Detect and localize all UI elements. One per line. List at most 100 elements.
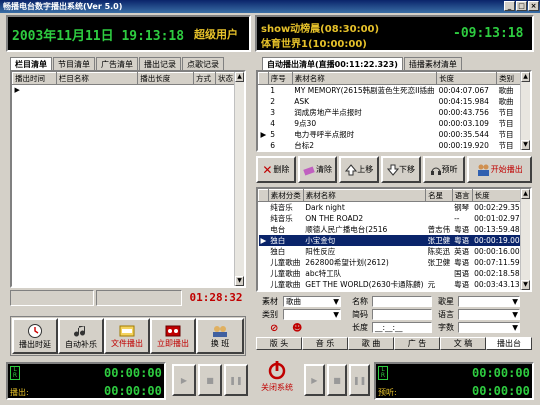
- move-up-button[interactable]: 上移: [339, 156, 380, 183]
- table-row[interactable]: 电台 顺德人民广播电台(2516 曾志伟 粤语 00:13:59.485: [259, 224, 527, 235]
- material-list-scrollbar[interactable]: ▲ ▼: [520, 189, 530, 290]
- scroll-down-icon[interactable]: ▼: [235, 276, 244, 286]
- program-line-2: 体育世界1(10:00:00): [261, 39, 367, 50]
- minimize-button[interactable]: _: [504, 1, 515, 11]
- tab-scripts[interactable]: 文 稿: [440, 337, 486, 350]
- tab-column-list[interactable]: 栏目清单: [10, 57, 52, 71]
- seq-cell: 5: [270, 130, 276, 139]
- auto-play-list[interactable]: 序号 素材名称 长度 类别 1 MY MEMORY(2615韩剧蓝色生死恋II插曲…: [256, 70, 532, 152]
- x-icon: ✕: [262, 162, 273, 177]
- tab-header[interactable]: 版 头: [256, 337, 302, 350]
- material-category-label: 素材: [262, 297, 278, 306]
- col-material-title[interactable]: 素材名称: [302, 189, 427, 202]
- tab-music[interactable]: 音 乐: [302, 337, 348, 350]
- scroll-up-icon[interactable]: ▲: [521, 189, 530, 199]
- char-count-select[interactable]: ▼: [458, 322, 520, 333]
- file-play-button[interactable]: 文件播出: [104, 318, 150, 354]
- tab-ads[interactable]: 广 告: [394, 337, 440, 350]
- preview-label: 预听:: [378, 388, 397, 397]
- tab-request-log[interactable]: 点歌记录: [182, 57, 224, 71]
- tab-auto-play-list[interactable]: 自动播出清单(直播00:11:22.323): [262, 57, 403, 71]
- col-material-category[interactable]: 素材分类: [267, 189, 304, 202]
- move-down-button[interactable]: 下移: [381, 156, 421, 183]
- scroll-down-icon[interactable]: ▼: [521, 140, 530, 150]
- start-play-button[interactable]: 开始播出: [466, 156, 532, 183]
- material-name-cell: 台标2: [294, 141, 315, 150]
- shortcode-label: 简码: [352, 310, 368, 319]
- table-row[interactable]: 儿童歌曲 262800希望计划(2612) 张卫健 粤语 00:07:11.596: [259, 257, 527, 268]
- delete-button[interactable]: ✕ 删除: [256, 156, 296, 183]
- col-material-length[interactable]: 长度: [471, 189, 527, 202]
- play-out-time-2: 00:00:00: [104, 384, 162, 398]
- language-cell: --: [454, 214, 460, 223]
- type-select[interactable]: ▼: [283, 309, 341, 320]
- col-column-name[interactable]: 栏目名称: [55, 72, 139, 85]
- language-select[interactable]: ▼: [458, 309, 520, 320]
- table-row[interactable]: 1 MY MEMORY(2615韩剧蓝色生死恋II插曲 00:04:07.067 歌曲: [259, 85, 522, 97]
- table-row[interactable]: ▶ 独白 小宝金句 张卫健 粤语 00:00:19.008: [258, 235, 527, 246]
- material-list[interactable]: 素材分类 素材名称 名星 语言 长度 纯音乐 Dark night 钢琴 00:02:…: [256, 187, 532, 292]
- table-row[interactable]: 纯音乐 ON THE ROAD2 -- 00:01:02.976: [259, 213, 527, 224]
- tab-ad-list[interactable]: 广告清单: [96, 57, 138, 71]
- left-list-scrollbar[interactable]: ▲ ▼: [234, 72, 244, 286]
- play-delay-button[interactable]: 播出时延: [12, 318, 58, 354]
- power-icon: [268, 361, 286, 380]
- forbid-icon[interactable]: ⊘: [270, 323, 278, 334]
- col-mode[interactable]: 方式: [192, 72, 217, 85]
- col-language[interactable]: 语言: [451, 189, 473, 202]
- table-row[interactable]: 儿童歌曲 GET THE WORLD(2630卡通陈麟) 元 粤语 00:03:43.1…: [259, 279, 527, 290]
- col-play-time[interactable]: 播出时间: [12, 72, 57, 85]
- table-row[interactable]: ▶ 5 电力寻呼半点报时 00:00:35.544 节目: [259, 129, 522, 140]
- col-category[interactable]: 类别: [496, 72, 522, 85]
- table-row[interactable]: 儿童歌曲 abc特工队 国语 00:02:18.584: [259, 268, 527, 279]
- artist-label: 歌星: [438, 297, 454, 306]
- tab-play-log[interactable]: 播出记录: [139, 57, 181, 71]
- tab-insert-material-list[interactable]: 插播素材清单: [403, 57, 462, 71]
- instant-play-button[interactable]: 立即播出: [150, 318, 196, 354]
- auto-list-scrollbar[interactable]: ▲ ▼: [520, 72, 530, 150]
- close-system-button[interactable]: 关闭系统: [254, 360, 300, 400]
- table-row[interactable]: 独白 阳性反应 陈奕迅 英语 00:00:16.000: [259, 246, 527, 257]
- table-row[interactable]: 6 台标2 00:00:19.920 节目: [259, 140, 522, 150]
- col-material-name[interactable]: 素材名称: [291, 72, 438, 85]
- scroll-up-icon[interactable]: ▲: [521, 72, 530, 82]
- table-row[interactable]: 3 润成房地产半点报时 00:00:43.756 节目: [259, 107, 522, 118]
- col-artist[interactable]: 名星: [425, 189, 453, 202]
- play-icon[interactable]: ▶: [172, 364, 196, 396]
- table-row[interactable]: 4 9点30 00:00:03.109 节目: [259, 118, 522, 129]
- tab-songs[interactable]: 歌 曲: [348, 337, 394, 350]
- shift-change-button[interactable]: 换 班: [196, 318, 244, 354]
- maximize-button[interactable]: □: [516, 1, 527, 11]
- col-status[interactable]: 状态: [215, 72, 236, 85]
- status-box-1: [10, 290, 94, 306]
- material-category-select[interactable]: 歌曲 ▼: [283, 296, 341, 307]
- stop-icon[interactable]: ■: [326, 364, 348, 396]
- play-icon[interactable]: ▶: [304, 364, 325, 396]
- name-input[interactable]: [372, 296, 432, 307]
- material-length-cell: 00:02:29.352: [474, 203, 525, 212]
- preview-button[interactable]: 预听: [422, 156, 465, 183]
- col-play-length[interactable]: 播出长度: [137, 72, 194, 85]
- close-window-button[interactable]: ×: [528, 1, 539, 11]
- tab-program-list[interactable]: 节目清单: [53, 57, 95, 71]
- scroll-down-icon[interactable]: ▼: [521, 280, 530, 290]
- table-row[interactable]: 纯音乐 Dark night 钢琴 00:02:29.352: [259, 202, 527, 214]
- column-list[interactable]: 播出时间 栏目名称 播出长度 方式 状态 ▶ ▲ ▼: [10, 70, 246, 288]
- clear-button[interactable]: 清除: [297, 156, 338, 183]
- table-row[interactable]: 2 ASK 00:04:15.984 歌曲: [259, 96, 522, 107]
- program-info-panel: show动榜晨(08:30:00) 体育世界1(10:00:00) -09:13…: [255, 15, 534, 52]
- music-note-icon: [74, 325, 85, 336]
- smiley-icon[interactable]: ☻: [292, 323, 302, 334]
- shortcode-input[interactable]: [372, 309, 432, 320]
- pause-icon[interactable]: ❚❚: [349, 364, 371, 396]
- scroll-up-icon[interactable]: ▲: [235, 72, 244, 82]
- length-input[interactable]: __:__:__: [372, 322, 432, 333]
- pause-icon[interactable]: ❚❚: [224, 364, 248, 396]
- col-length[interactable]: 长度: [436, 72, 498, 85]
- tab-play-desk[interactable]: 播出台: [486, 337, 532, 350]
- stop-icon[interactable]: ■: [198, 364, 222, 396]
- col-seq[interactable]: 序号: [267, 72, 293, 85]
- clock-panel: 2003年11月11日 19:13:18 超级用户: [6, 15, 251, 52]
- artist-select[interactable]: ▼: [458, 296, 520, 307]
- auto-fill-music-button[interactable]: 自动补乐: [58, 318, 104, 354]
